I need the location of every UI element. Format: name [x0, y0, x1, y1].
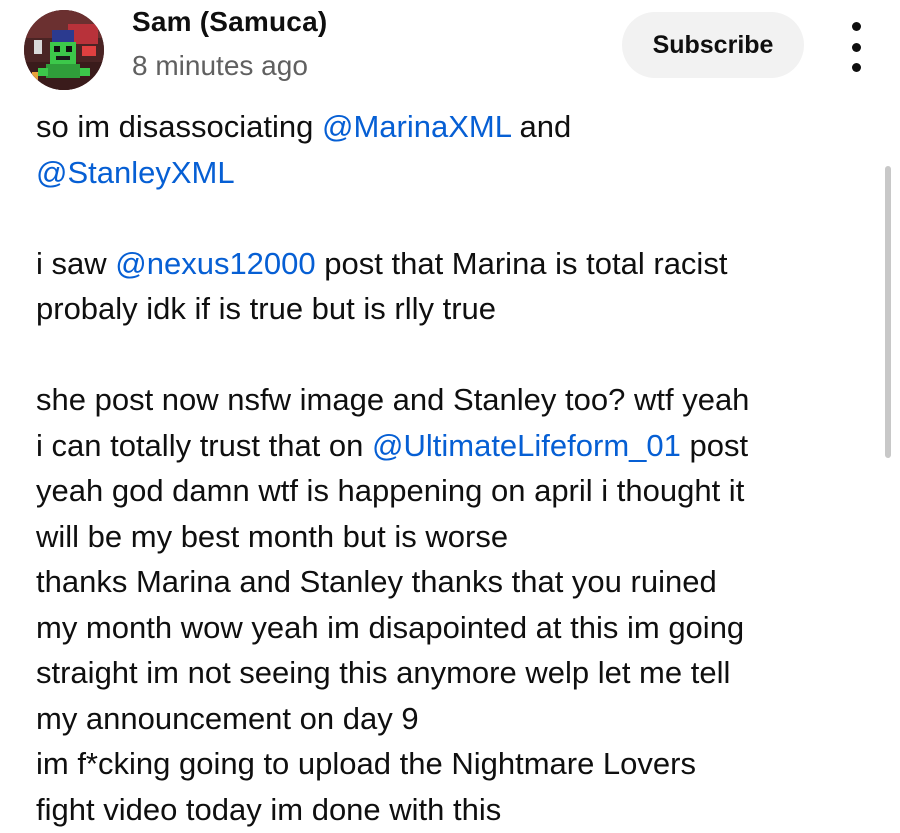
post-text-span: post [680, 427, 749, 463]
post-text-line: @StanleyXML [36, 150, 866, 196]
post-text-span: yeah god damn wtf is happening on april … [36, 473, 745, 508]
post-text-span: so im disassociating [36, 109, 323, 144]
post-text-span: will be my best month but is worse [36, 518, 509, 554]
post-text-span: my announcement on day 9 [36, 700, 419, 736]
post-text-line: im f*cking going to upload the Nightmare… [36, 741, 866, 787]
post-text-line: thanks Marina and Stanley thanks that yo… [36, 559, 866, 605]
post-text-span: i saw [36, 245, 116, 281]
more-dot [851, 22, 861, 31]
post-timestamp: 8 minutes ago [132, 50, 308, 81]
post-text-line: i saw @nexus12000 post that Marina is to… [36, 241, 866, 287]
subscribe-button[interactable]: Subscribe [622, 12, 804, 78]
post-text-span: my month wow yeah im disapointed at this… [36, 609, 745, 645]
post-text-span: i can totally trust that on [36, 427, 373, 463]
post-header: Sam (Samuca) 8 minutes ago Subscribe [0, 0, 900, 100]
post-text-span: and [510, 109, 572, 144]
post-text-line: probaly idk if is true but is rlly true [36, 286, 866, 332]
post-text-line: fight video today im done with this [36, 787, 866, 833]
channel-avatar[interactable] [24, 10, 104, 90]
post-text-span: thanks Marina and Stanley thanks that yo… [36, 564, 717, 599]
post-text-span: fight video today im done with this [36, 791, 502, 827]
avatar-image [24, 10, 104, 90]
post-text-span: she post now nsfw image and Stanley too?… [36, 382, 750, 417]
post-text-span: straight im not seeing this anymore welp… [36, 655, 731, 690]
channel-name[interactable]: Sam (Samuca) [132, 6, 327, 38]
post-text-span: probaly idk if is true but is rlly true [36, 291, 497, 326]
post-text-line: straight im not seeing this anymore welp… [36, 650, 866, 696]
post-blank-line [36, 195, 866, 241]
more-dot [851, 63, 861, 72]
post-text-line: my month wow yeah im disapointed at this… [36, 605, 866, 651]
post-text-line: so im disassociating @MarinaXML and [36, 104, 866, 150]
post-text-span: post that Marina is total racist [315, 245, 728, 281]
scrollbar-thumb[interactable] [885, 166, 891, 458]
mention-link[interactable]: @MarinaXML [322, 109, 511, 144]
post-text-line: yeah god damn wtf is happening on april … [36, 468, 866, 514]
more-dot [851, 42, 861, 52]
post-text-line: i can totally trust that on @UltimateLif… [36, 423, 866, 469]
post-text-span: im f*cking going to upload the Nightmare… [36, 746, 696, 781]
post-blank-line [36, 332, 866, 378]
mention-link[interactable]: @StanleyXML [36, 155, 235, 190]
post-text: so im disassociating @MarinaXML and @Stan… [36, 104, 866, 832]
mention-link[interactable]: @nexus12000 [115, 246, 315, 281]
post-text-line: she post now nsfw image and Stanley too?… [36, 377, 866, 423]
post-text-line: my announcement on day 9 [36, 696, 866, 742]
post-text-line: will be my best month but is worse [36, 514, 866, 560]
mention-link[interactable]: @UltimateLifeform_01 [372, 428, 681, 463]
more-vert-icon[interactable] [836, 22, 876, 72]
